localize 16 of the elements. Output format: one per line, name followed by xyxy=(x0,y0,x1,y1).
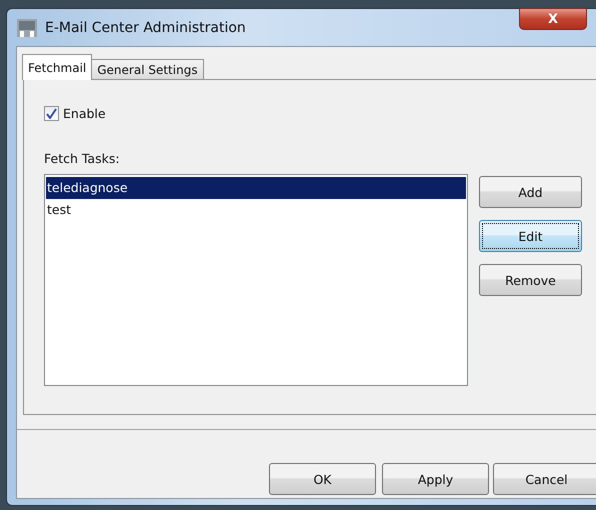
enable-checkbox[interactable] xyxy=(44,106,59,121)
close-button[interactable]: X xyxy=(519,8,587,30)
tab[interactable]: General Settings xyxy=(91,59,204,79)
task-button[interactable]: Remove xyxy=(479,264,582,296)
list-item[interactable]: telediagnose xyxy=(46,177,466,199)
enable-label: Enable xyxy=(63,106,106,121)
dialog-button[interactable]: OK xyxy=(269,463,376,495)
dialog-button[interactable]: Cancel xyxy=(493,463,596,495)
tab[interactable]: Fetchmail xyxy=(22,54,92,80)
fetch-tasks-label: Fetch Tasks: xyxy=(44,151,121,166)
list-item[interactable]: test xyxy=(46,199,466,221)
dialog-button[interactable]: Apply xyxy=(382,463,489,495)
task-button[interactable]: Edit xyxy=(479,220,582,252)
window-title: E-Mail Center Administration xyxy=(45,20,246,36)
app-icon xyxy=(17,18,37,36)
task-button[interactable]: Add xyxy=(479,176,582,208)
